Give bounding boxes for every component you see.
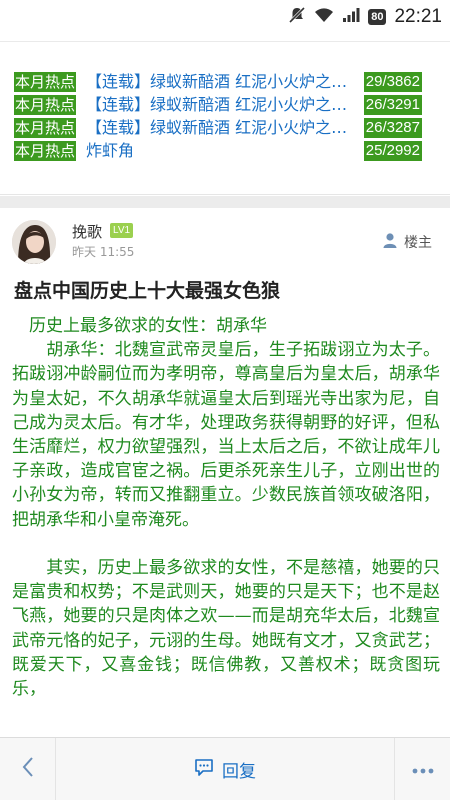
hot-topic-item[interactable]: 本月热点 【连载】绿蚁新醅酒 红泥小火炉之… 26/3287: [14, 117, 422, 139]
post-paragraph: 历史上最多欲求的女性：胡承华: [12, 316, 267, 336]
post-timestamp: 昨天 11:55: [72, 245, 135, 259]
bottom-action-bar: 回复: [0, 737, 450, 800]
hot-topic-title[interactable]: 【连载】绿蚁新醅酒 红泥小火炉之…: [86, 117, 368, 139]
post-header: 挽歌 LV1 昨天 11:55 楼主: [0, 208, 450, 270]
more-dots-icon: [411, 760, 435, 779]
mute-icon: [288, 6, 306, 28]
section-separator: [0, 196, 450, 208]
battery-indicator: 80: [368, 9, 387, 25]
more-button[interactable]: [394, 738, 450, 800]
chevron-left-icon: [21, 756, 35, 782]
post-paragraph: 其实，历史上最多欲求的女性，不是慈禧，她要的只是富贵和权势；不是武则天，她要的只…: [12, 558, 440, 700]
hot-topic-count: 26/3287: [363, 118, 422, 138]
hot-tag: 本月热点: [14, 72, 77, 92]
post-title: 盘点中国历史上十大最强女色狼: [14, 280, 281, 302]
hot-topic-title[interactable]: 【连载】绿蚁新醅酒 红泥小火炉之…: [86, 71, 368, 93]
hot-topic-count: 29/3862: [363, 72, 422, 92]
hot-topics-panel: 本月热点 【连载】绿蚁新醅酒 红泥小火炉之… 29/3862 本月热点 【连载】…: [0, 33, 450, 195]
hot-tag: 本月热点: [14, 95, 77, 115]
comment-icon: [194, 757, 214, 781]
post-body: 历史上最多欲求的女性：胡承华 胡承华：北魏宣武帝灵皇后，生子拓跋诩立为太子。拓跋…: [12, 314, 440, 738]
level-badge: LV1: [110, 223, 134, 238]
hot-topic-title[interactable]: 炸虾角: [86, 140, 368, 162]
reply-label: 回复: [222, 761, 256, 782]
clock: 22:21: [394, 6, 442, 27]
user-icon: [382, 232, 398, 252]
hot-topic-item[interactable]: 本月热点 【连载】绿蚁新醅酒 红泥小火炉之… 29/3862: [14, 71, 422, 93]
reply-button[interactable]: 回复: [56, 738, 394, 800]
author-name[interactable]: 挽歌: [72, 221, 102, 242]
hot-topic-title[interactable]: 【连载】绿蚁新醅酒 红泥小火炉之…: [86, 94, 368, 116]
post-paragraph: 胡承华：北魏宣武帝灵皇后，生子拓跋诩立为太子。拓跋诩冲龄嗣位而为孝明帝，尊高皇后…: [12, 340, 440, 530]
hot-topics-list: 本月热点 【连载】绿蚁新醅酒 红泥小火炉之… 29/3862 本月热点 【连载】…: [14, 71, 422, 163]
hot-tag: 本月热点: [14, 141, 77, 161]
signal-icon: [342, 7, 360, 27]
op-label: 楼主: [404, 235, 432, 251]
hot-topic-count: 26/3291: [363, 95, 422, 115]
divider: [0, 41, 450, 42]
hot-topic-item[interactable]: 本月热点 【连载】绿蚁新醅酒 红泥小火炉之… 26/3291: [14, 94, 422, 116]
op-indicator: 楼主: [382, 232, 432, 252]
hot-tag: 本月热点: [14, 118, 77, 138]
wifi-icon: [314, 7, 334, 27]
hot-topic-count: 25/2992: [363, 141, 422, 161]
hot-topic-item[interactable]: 本月热点 炸虾角 25/2992: [14, 140, 422, 162]
avatar[interactable]: [12, 220, 56, 264]
back-button[interactable]: [0, 738, 56, 800]
status-bar: 80 22:21: [0, 0, 450, 33]
